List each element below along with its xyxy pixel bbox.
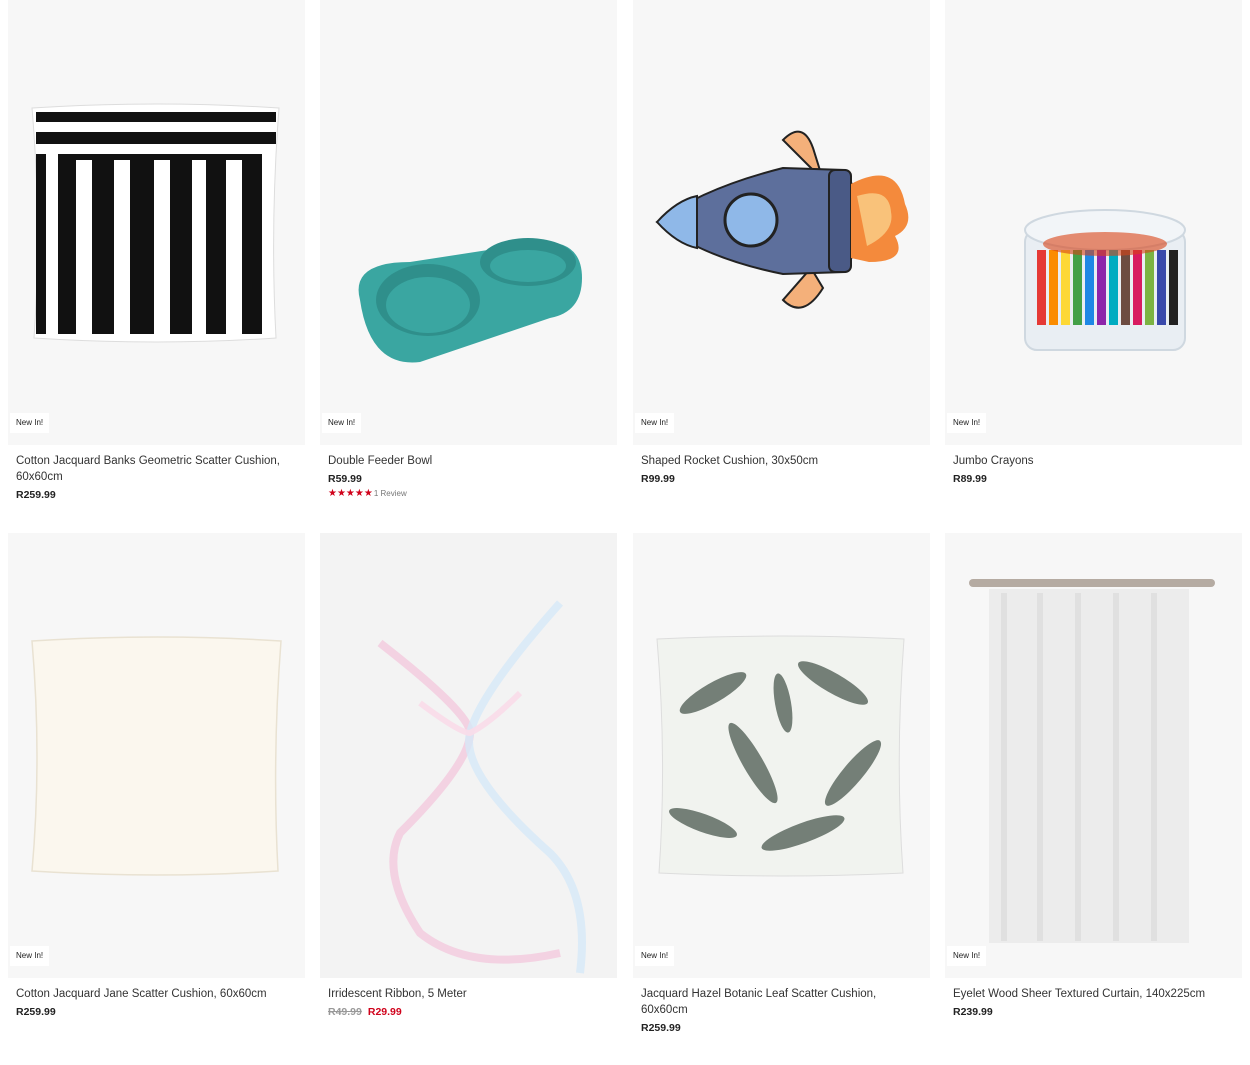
star-rating-icon: ★★★★★ (328, 488, 373, 499)
cushion-image (31, 103, 280, 343)
bowl-image (358, 238, 582, 363)
product-title[interactable]: Cotton Jacquard Banks Geometric Scatter … (16, 453, 297, 485)
new-in-badge: New In! (947, 413, 987, 433)
new-in-badge: New In! (10, 413, 50, 433)
product-image[interactable]: New In! (633, 0, 930, 445)
product-image[interactable]: New In! (320, 0, 617, 445)
product-rating[interactable]: ★★★★★ 1 Review (328, 488, 609, 499)
price-original: R49.99 (328, 1006, 362, 1018)
new-in-badge: New In! (322, 413, 362, 433)
new-in-badge: New In! (635, 946, 675, 966)
product-title[interactable]: Irridescent Ribbon, 5 Meter (328, 986, 609, 1002)
product-title[interactable]: Cotton Jacquard Jane Scatter Cushion, 60… (16, 986, 297, 1002)
product-price: R259.99 (16, 1006, 56, 1018)
product-title[interactable]: Shaped Rocket Cushion, 30x50cm (641, 453, 922, 469)
new-in-badge: New In! (635, 413, 675, 433)
product-card[interactable]: New In! Shaped Rocket Cushion, 30x50cm R… (633, 0, 930, 486)
product-card[interactable]: New In! Cotton Jacquard Jane Scatter Cus… (8, 533, 305, 1019)
product-card[interactable]: New In! Eyelet Wood Sheer Textured Curta… (945, 533, 1242, 1019)
product-price: R59.99 (328, 473, 362, 485)
product-price: R259.99 (16, 489, 56, 501)
ribbon-image (377, 600, 586, 974)
product-price: R99.99 (641, 473, 675, 485)
product-card[interactable]: New In! Jumbo Crayons R89.99 (945, 0, 1242, 486)
product-image[interactable]: New In! (945, 533, 1242, 978)
product-image[interactable]: New In! (8, 533, 305, 978)
product-price: R89.99 (953, 473, 987, 485)
product-title[interactable]: Jumbo Crayons (953, 453, 1234, 469)
rocket-image (655, 130, 909, 309)
product-price: R259.99 (641, 1022, 681, 1034)
review-count: 1 Review (373, 489, 407, 498)
product-card[interactable]: Irridescent Ribbon, 5 Meter R49.99 R29.99 (320, 533, 617, 1019)
product-title[interactable]: Jacquard Hazel Botanic Leaf Scatter Cush… (641, 986, 922, 1018)
product-title[interactable]: Eyelet Wood Sheer Textured Curtain, 140x… (953, 986, 1234, 1002)
cushion-image (656, 635, 905, 877)
product-price: R239.99 (953, 1006, 993, 1018)
product-card[interactable]: New In! Cotton Jacquard Banks Geometric … (8, 0, 305, 502)
product-card[interactable]: New In! Double Feeder Bowl R59.99 ★★★★★ … (320, 0, 617, 499)
price-sale: R29.99 (367, 1006, 402, 1018)
product-title[interactable]: Double Feeder Bowl (328, 453, 609, 469)
product-image[interactable]: New In! (8, 0, 305, 445)
crayons-image (1024, 209, 1186, 351)
product-image[interactable]: New In! (633, 533, 930, 978)
product-price: R49.99 R29.99 (328, 1005, 609, 1019)
product-image[interactable]: New In! (945, 0, 1242, 445)
product-card[interactable]: New In! Jacquard Hazel Botanic Leaf Scat… (633, 533, 930, 1035)
new-in-badge: New In! (947, 946, 987, 966)
curtain-image (969, 579, 1215, 943)
product-image[interactable] (320, 533, 617, 978)
cushion-image (31, 636, 282, 876)
new-in-badge: New In! (10, 946, 50, 966)
